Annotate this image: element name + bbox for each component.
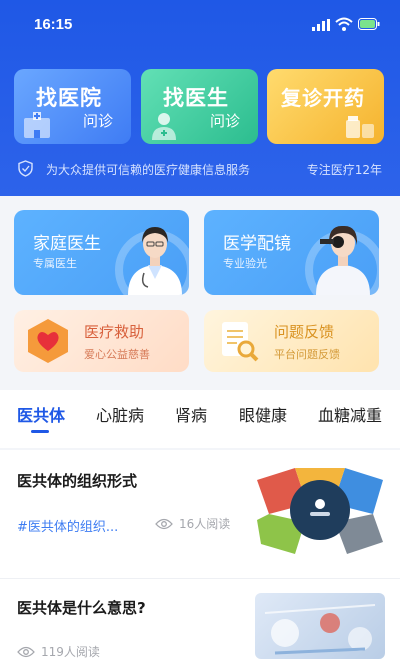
follow-up-prescription-card[interactable]: 复诊开药	[267, 69, 384, 144]
status-time: 16:15	[34, 16, 73, 33]
category-tabs: 医共体 心脏病 肾病 眼健康 血糖减重	[0, 390, 400, 448]
article-thumbnail-diagram	[257, 468, 383, 554]
find-hospital-title: 找医院	[36, 86, 102, 110]
wifi-icon	[335, 17, 353, 31]
article-view-count: 16人阅读	[179, 517, 231, 531]
active-tab-indicator	[31, 430, 49, 433]
feedback-subtitle: 平台问题反馈	[274, 348, 340, 361]
tab-eye-health[interactable]: 眼健康	[239, 402, 287, 426]
feedback-card[interactable]: 问题反馈 平台问题反馈	[204, 310, 379, 372]
trust-text: 为大众提供可信赖的医疗健康信息服务	[46, 163, 251, 177]
article-card[interactable]: 医共体是什么意思? 119人阅读	[0, 578, 400, 662]
medicine-icon	[346, 116, 374, 138]
article-views: 16人阅读	[155, 515, 230, 532]
find-doctor-card[interactable]: 找医生 问诊	[141, 69, 258, 144]
tab-blood-sugar-weight[interactable]: 血糖减重	[318, 402, 382, 426]
eyewear-fitting-subtitle: 专业验光	[223, 257, 267, 270]
medical-aid-title: 医疗救助	[84, 323, 145, 341]
document-search-icon	[222, 322, 259, 362]
eyewear-fitting-card[interactable]: 医学配镜 专业验光	[204, 210, 379, 295]
find-hospital-subtitle: 问诊	[82, 112, 113, 130]
article-view-count: 119人阅读	[41, 645, 100, 659]
hospital-building-icon	[24, 112, 50, 138]
tab-kidney-disease[interactable]: 肾病	[175, 402, 207, 426]
shield-icon	[18, 160, 33, 177]
eyewear-fitting-title: 医学配镜	[223, 234, 291, 254]
battery-icon	[358, 18, 380, 30]
article-tag[interactable]: #医共体的组织...	[17, 516, 118, 535]
family-doctor-title: 家庭医生	[33, 234, 101, 254]
find-doctor-subtitle: 问诊	[209, 112, 240, 130]
follow-up-prescription-title: 复诊开药	[281, 86, 365, 110]
tab-medical-consortium[interactable]: 医共体	[17, 402, 65, 426]
medical-network-illustration	[264, 604, 376, 655]
eye-icon	[17, 646, 35, 657]
feedback-title: 问题反馈	[274, 323, 335, 341]
heart-badge-icon	[28, 319, 68, 363]
trust-years: 专注医疗12年	[306, 163, 382, 177]
tab-heart-disease[interactable]: 心脏病	[96, 402, 144, 426]
medical-aid-card[interactable]: 医疗救助 爱心公益慈善	[14, 310, 189, 372]
medical-aid-subtitle: 爱心公益慈善	[84, 348, 150, 361]
eye-icon	[155, 518, 173, 529]
article-title: 医共体是什么意思?	[17, 599, 146, 617]
find-hospital-card[interactable]: 找医院 问诊	[14, 69, 131, 144]
family-doctor-card[interactable]: 家庭医生 专属医生	[14, 210, 189, 295]
header: 16:15 找医院 问诊 找医生 问诊 复诊开药 为大众提供可信赖的医疗健康信息…	[0, 0, 400, 196]
status-bar: 16:15	[0, 0, 400, 50]
find-doctor-title: 找医生	[163, 86, 229, 110]
female-doctor-image	[128, 227, 182, 295]
signal-icon	[312, 19, 330, 31]
trust-bar: 为大众提供可信赖的医疗健康信息服务 专注医疗12年	[0, 158, 400, 182]
eye-test-woman-image	[316, 225, 370, 295]
article-title: 医共体的组织形式	[17, 472, 138, 490]
article-card[interactable]: 医共体的组织形式 #医共体的组织... 16人阅读	[0, 450, 400, 578]
article-views: 119人阅读	[17, 643, 100, 660]
article-thumbnail-image	[255, 593, 385, 659]
family-doctor-subtitle: 专属医生	[33, 257, 77, 270]
doctor-icon	[152, 113, 176, 140]
